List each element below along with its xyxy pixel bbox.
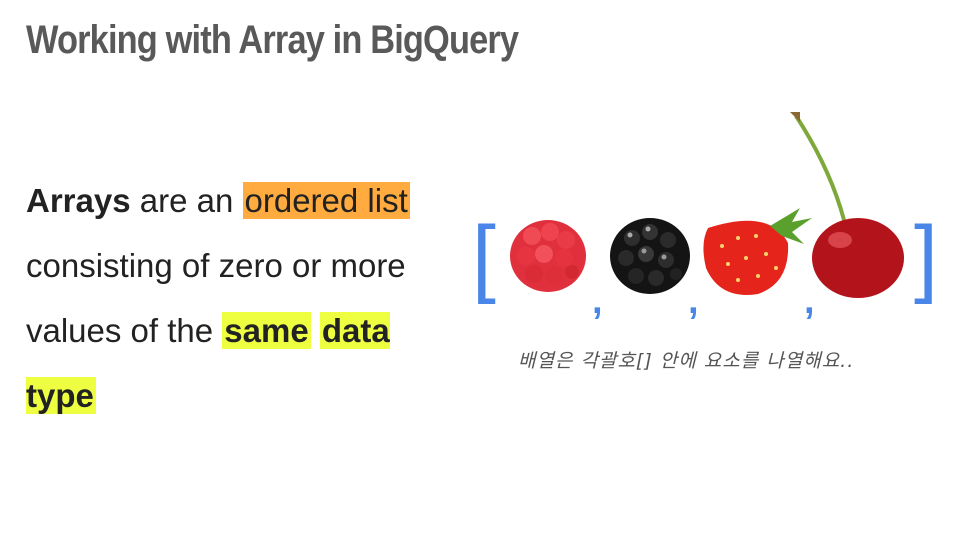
comma-2: , xyxy=(688,280,699,322)
raspberry-icon xyxy=(510,220,586,292)
slide-title: Working with Array in BigQuery xyxy=(26,18,519,62)
term-arrays: Arrays xyxy=(26,182,131,219)
highlight-same: same xyxy=(222,312,311,349)
blackberry-icon xyxy=(610,218,690,294)
strawberry-icon xyxy=(703,208,812,295)
open-bracket: [ xyxy=(472,209,496,305)
definition-space xyxy=(311,312,320,349)
cherry-icon xyxy=(790,112,904,298)
definition-text-1: are an xyxy=(130,182,243,219)
korean-caption: 배열은 각괄호[] 안에 요소를 나열해요.. xyxy=(518,350,855,372)
highlight-ordered-list: ordered list xyxy=(242,182,410,219)
comma-1: , xyxy=(592,280,603,322)
array-definition: Arrays are an ordered list consisting of… xyxy=(26,168,456,428)
array-fruit-illustration: [ ] , , , xyxy=(470,108,940,328)
close-bracket: ] xyxy=(914,209,938,305)
comma-3: , xyxy=(804,280,815,322)
